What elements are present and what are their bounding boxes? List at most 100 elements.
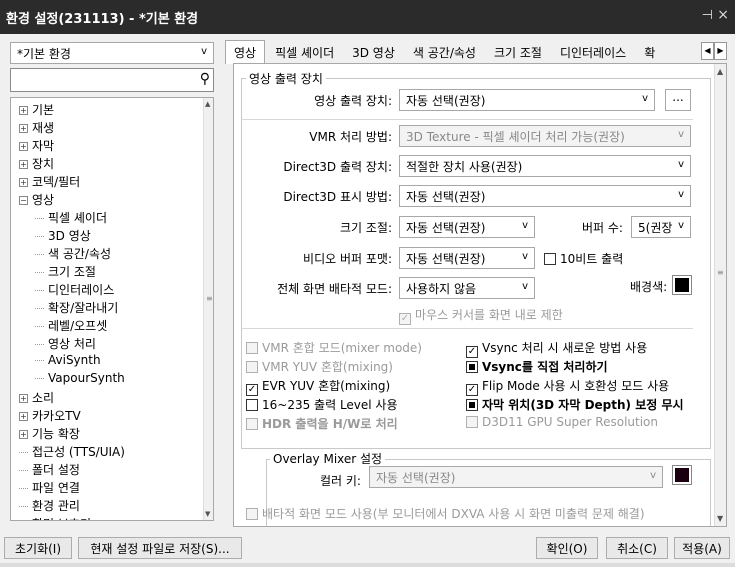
pin-icon[interactable]: ⊣ [702, 8, 713, 23]
render-option-checkbox[interactable]: ✓ EVR YUV 혼합(mixing) [246, 377, 390, 396]
tab-scroll-right-icon[interactable]: ▶ [714, 42, 727, 60]
background-color-swatch[interactable] [672, 275, 692, 295]
tree-connector [35, 308, 44, 309]
tree-item-label: 색 공간/속성 [48, 247, 112, 261]
vmr-select[interactable]: 3D Texture - 픽셀 셰이더 처리 가능(권장) v [399, 125, 691, 147]
tab-item[interactable]: 확 [636, 41, 663, 64]
expand-icon[interactable]: + [19, 142, 28, 151]
render-option-checkbox[interactable]: VMR 혼합 모드(mixer mode) [246, 339, 422, 356]
tree-item[interactable]: 파일 연결 [19, 479, 80, 497]
search-input[interactable]: ⚲ [10, 68, 214, 92]
tree-item[interactable]: − 영상 [19, 191, 54, 209]
tree-item[interactable]: + 기능 확장 [19, 425, 80, 443]
scroll-grip-icon[interactable]: ≡ [206, 294, 213, 303]
render-option-checkbox[interactable]: HDR 출력을 H/W로 처리 [246, 415, 398, 432]
tree-scrollbar[interactable]: ▲ ≡ ▼ [203, 98, 213, 520]
checkbox-box: ✓ [246, 384, 258, 396]
d3d-present-select[interactable]: 자동 선택(권장) v [399, 185, 691, 207]
tree-item-label: 장치 [32, 157, 55, 171]
tree-item[interactable]: + 기본 [19, 101, 54, 119]
window-title: 환경 설정(231113) - *기본 환경 [6, 12, 199, 27]
tree-item[interactable]: 환경 관리 [19, 497, 80, 515]
expand-icon[interactable]: + [19, 394, 28, 403]
resize-select[interactable]: 자동 선택(권장) v [399, 216, 535, 238]
device-select[interactable]: 자동 선택(권장) v [399, 89, 655, 111]
tab-item[interactable]: 크기 조절 [486, 41, 550, 64]
browse-button[interactable]: ... [665, 89, 691, 111]
expand-icon[interactable]: + [19, 412, 28, 421]
expand-icon[interactable]: + [19, 430, 28, 439]
mouse-confine-checkbox[interactable]: ✓ 마우스 커서를 화면 내로 제한 [399, 306, 563, 325]
colorkey-select[interactable]: 자동 선택(권장) v [369, 466, 663, 488]
ok-button[interactable]: 확인(O) [536, 537, 598, 559]
profile-select[interactable]: *기본 환경 v [10, 42, 214, 64]
tree-item[interactable]: 확장/잘라내기 [35, 299, 118, 317]
status-strip [0, 563, 735, 567]
video-buffer-select[interactable]: 자동 선택(권장) v [399, 247, 535, 269]
apply-button[interactable]: 적용(A) [674, 537, 730, 559]
tab-item[interactable]: 디인터레이스 [552, 41, 634, 64]
tenbit-checkbox[interactable]: 10비트 출력 [544, 250, 623, 267]
expand-icon[interactable]: + [19, 160, 28, 169]
render-option-checkbox[interactable]: 자막 위치(3D 자막 Depth) 보정 무시 [466, 396, 684, 413]
tree-item-label: AviSynth [48, 353, 101, 367]
tree-item[interactable]: 접근성 (TTS/UIA) [19, 443, 125, 461]
render-option-checkbox[interactable]: 16~235 출력 Level 사용 [246, 396, 398, 413]
search-icon[interactable]: ⚲ [200, 71, 210, 87]
render-option-label: VMR YUV 혼합(mixing) [262, 360, 393, 374]
tree-item[interactable]: 화면 보호기 [19, 515, 91, 520]
tree-item[interactable]: + 장치 [19, 155, 54, 173]
save-current-button[interactable]: 현재 설정 파일로 저장(S)... [78, 537, 242, 559]
tab-scroll-left-icon[interactable]: ◀ [701, 42, 714, 60]
colorkey-label: 컬러 키: [320, 474, 361, 488]
tab-item[interactable]: 3D 영상 [344, 41, 403, 64]
tree-item[interactable]: 레벨/오프셋 [35, 317, 107, 335]
expand-icon[interactable]: + [19, 178, 28, 187]
expand-icon[interactable]: + [19, 124, 28, 133]
render-option-checkbox[interactable]: D3D11 GPU Super Resolution [466, 415, 658, 429]
buffer-select[interactable]: 5(권장 v [631, 216, 691, 238]
tree-item[interactable]: 영상 처리 [35, 335, 96, 353]
tree-item[interactable]: + 자막 [19, 137, 54, 155]
colorkey-swatch[interactable] [672, 465, 692, 485]
panel-scrollbar[interactable]: ▲ ≡ ▼ [714, 64, 726, 526]
close-icon[interactable]: × [717, 7, 729, 23]
tree-item[interactable]: AviSynth [35, 353, 101, 371]
tree-item[interactable]: 색 공간/속성 [35, 245, 111, 263]
tree-item-label: 접근성 (TTS/UIA) [32, 445, 125, 459]
render-option-checkbox[interactable]: VMR YUV 혼합(mixing) [246, 358, 393, 375]
d3d-device-label: Direct3D 출력 장치: [283, 160, 392, 174]
tree-item[interactable]: VapourSynth [35, 371, 125, 389]
scroll-up-icon[interactable]: ▲ [717, 67, 723, 76]
scroll-up-icon[interactable]: ▲ [205, 100, 210, 108]
tab-item[interactable]: 픽셀 셰이더 [267, 41, 342, 64]
collapse-icon[interactable]: − [19, 196, 28, 205]
tree-item[interactable]: 3D 영상 [35, 227, 91, 245]
tree-item-label: 자막 [32, 139, 55, 153]
tree-item-label: 픽셀 셰이더 [48, 211, 108, 225]
tree-item[interactable]: + 재생 [19, 119, 54, 137]
reset-button[interactable]: 초기화(I) [4, 537, 72, 559]
tree-item[interactable]: 디인터레이스 [35, 281, 114, 299]
scroll-grip-icon[interactable]: ≡ [717, 268, 724, 277]
tree-item[interactable]: 픽셀 셰이더 [35, 209, 107, 227]
expand-icon[interactable]: + [19, 106, 28, 115]
tree-item[interactable]: 크기 조절 [35, 263, 96, 281]
d3d-device-select[interactable]: 적절한 장치 사용(권장) v [399, 155, 691, 177]
scroll-down-icon[interactable]: ▼ [205, 510, 210, 518]
cancel-button[interactable]: 취소(C) [606, 537, 668, 559]
render-option-checkbox[interactable]: ✓ Flip Mode 사용 시 호환성 모드 사용 [466, 377, 669, 396]
tree-item[interactable]: + 코덱/필터 [19, 173, 80, 191]
scroll-down-icon[interactable]: ▼ [717, 514, 723, 523]
exclusive-mode-checkbox[interactable]: 배타적 화면 모드 사용(부 모니터에서 DXVA 사용 시 화면 미출력 문제… [246, 505, 645, 522]
render-option-checkbox[interactable]: Vsync를 직접 처리하기 [466, 358, 608, 375]
settings-tree[interactable]: + 기본 + 재생 + 자막 + 장치 + 코덱/필터 − 영상 픽셀 셰이더 3D 영상 색 공간/속성 크… [10, 97, 214, 521]
tab-scroll-buttons: ◀ ▶ [701, 42, 727, 60]
render-option-checkbox[interactable]: ✓ Vsync 처리 시 새로운 방법 사용 [466, 339, 647, 358]
fullscreen-mode-select[interactable]: 사용하지 않음 v [399, 277, 535, 299]
tab-item[interactable]: 색 공간/속성 [405, 41, 484, 64]
tree-item[interactable]: + 소리 [19, 389, 54, 407]
tree-item[interactable]: + 카카오TV [19, 407, 81, 425]
tab-item[interactable]: 영상 [225, 40, 266, 64]
tree-item[interactable]: 폴더 설정 [19, 461, 80, 479]
